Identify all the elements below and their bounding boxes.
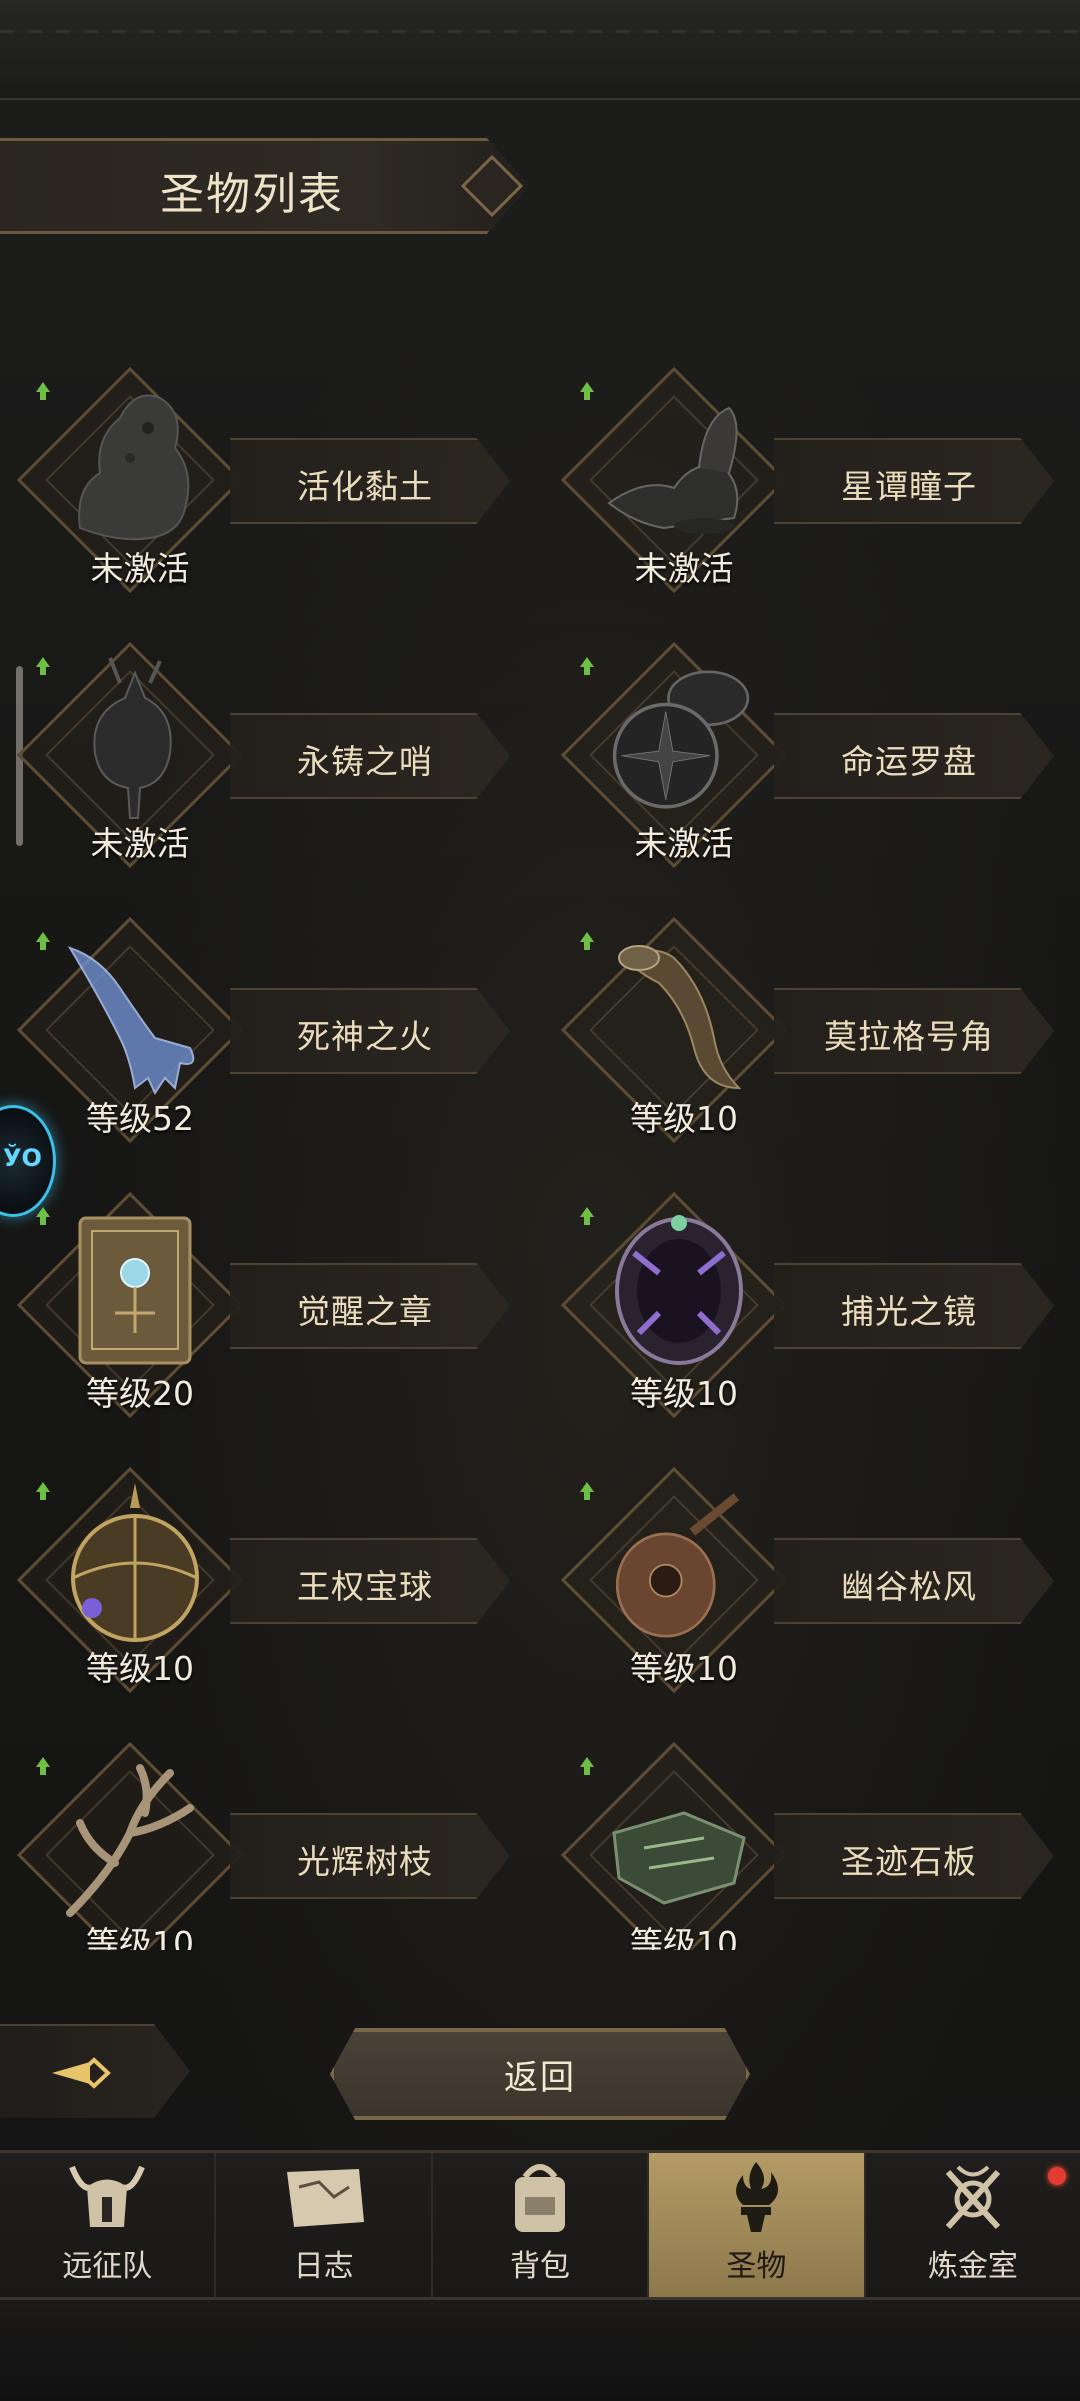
relic-status: 未激活	[634, 824, 734, 863]
upgrade-arrow-icon	[36, 1757, 50, 1775]
relic-name: 活化黏土	[297, 467, 433, 506]
relic-status: 等级10	[630, 1924, 738, 1950]
relic-status: 未激活	[634, 549, 734, 588]
tab-alchemy[interactable]: 炼金室	[866, 2153, 1080, 2297]
bottom-tab-bar: 远征队 日志 背包 圣物 炼金室	[0, 2150, 1080, 2300]
collapse-arrow-button[interactable]	[0, 2024, 190, 2118]
relic-card[interactable]: 莫拉格号角 等级10	[544, 910, 1064, 1160]
tab-expedition[interactable]: 远征队	[0, 2153, 217, 2297]
tome-icon	[60, 1203, 210, 1373]
relic-card[interactable]: 王权宝球 等级10	[0, 1460, 520, 1710]
relic-name: 圣迹石板	[841, 1842, 977, 1881]
relic-status: 等级10	[630, 1374, 738, 1413]
branch-icon	[60, 1753, 210, 1923]
tab-journal[interactable]: 日志	[216, 2153, 433, 2297]
horn-icon	[604, 928, 754, 1098]
oil-lamp-icon	[604, 378, 754, 548]
tab-label: 远征队	[62, 2249, 153, 2284]
relic-name: 捕光之镜	[841, 1292, 977, 1331]
title-banner: 圣物列表	[0, 138, 530, 234]
horned-helmet-icon	[62, 2157, 152, 2237]
upgrade-arrow-icon	[36, 1207, 50, 1225]
tab-label: 日志	[293, 2249, 354, 2284]
relic-status: 等级10	[630, 1649, 738, 1688]
relic-name: 死神之火	[297, 1017, 433, 1056]
backpack-icon	[495, 2157, 585, 2237]
dragon-whistle-icon	[60, 653, 210, 823]
relic-name: 莫拉格号角	[824, 1017, 994, 1056]
tab-label: 圣物	[726, 2249, 787, 2284]
relic-card[interactable]: 圣迹石板 等级10	[544, 1735, 1064, 1950]
back-button[interactable]: 返回	[330, 2028, 750, 2120]
relic-status: 等级20	[86, 1374, 194, 1413]
relic-name: 王权宝球	[297, 1567, 433, 1606]
relic-card[interactable]: 捕光之镜 等级10	[544, 1185, 1064, 1435]
relic-card[interactable]: 死神之火 等级52	[0, 910, 520, 1160]
relic-name: 命运罗盘	[841, 742, 977, 781]
lute-icon	[604, 1478, 754, 1648]
upgrade-arrow-icon	[580, 932, 594, 950]
relic-name: 光辉树枝	[297, 1842, 433, 1881]
tab-label: 背包	[510, 2249, 571, 2284]
upgrade-arrow-icon	[36, 657, 50, 675]
notification-dot	[1048, 2167, 1067, 2185]
relic-list: 活化黏土 未激活 星谭瞳子 未激活 永铸之哨 未激活 命运罗盘 未激活 死神之火…	[0, 360, 1080, 1950]
relic-card[interactable]: 光辉树枝 等级10	[0, 1735, 520, 1950]
tab-label: 炼金室	[927, 2249, 1018, 2284]
app-root: 圣物列表 活化黏土 未激活	[0, 0, 1080, 2401]
mirror-icon	[604, 1203, 754, 1373]
top-frame-decoration	[0, 0, 1080, 100]
relic-status: 未激活	[90, 824, 190, 863]
upgrade-arrow-icon	[580, 1757, 594, 1775]
relic-flame-icon	[711, 2157, 801, 2237]
upgrade-arrow-icon	[580, 1482, 594, 1500]
relic-card[interactable]: 觉醒之章 等级20	[0, 1185, 520, 1435]
clay-creature-icon	[60, 378, 210, 548]
relic-name: 觉醒之章	[297, 1292, 433, 1331]
relic-card[interactable]: 幽谷松风 等级10	[544, 1460, 1064, 1710]
relic-name: 永铸之哨	[297, 742, 433, 781]
tab-relics[interactable]: 圣物	[649, 2153, 866, 2297]
upgrade-arrow-icon	[36, 932, 50, 950]
page-title: 圣物列表	[160, 169, 344, 220]
compass-icon	[604, 653, 754, 823]
relic-status: 等级10	[630, 1099, 738, 1138]
relic-status: 等级10	[86, 1649, 194, 1688]
stone-slab-icon	[604, 1753, 754, 1923]
relic-status: 等级10	[86, 1924, 194, 1950]
relic-card[interactable]: 永铸之哨 未激活	[0, 635, 520, 885]
upgrade-arrow-icon	[36, 382, 50, 400]
alchemy-icon	[928, 2157, 1018, 2237]
relic-name: 幽谷松风	[841, 1567, 977, 1606]
upgrade-arrow-icon	[580, 1207, 594, 1225]
upgrade-arrow-icon	[580, 382, 594, 400]
relic-card[interactable]: 星谭瞳子 未激活	[544, 360, 1064, 610]
back-button-label: 返回	[504, 2057, 576, 2098]
tab-backpack[interactable]: 背包	[433, 2153, 650, 2297]
spectral-hand-icon	[60, 928, 210, 1098]
arrow-left-icon	[52, 2057, 111, 2089]
relic-card[interactable]: 命运罗盘 未激活	[544, 635, 1064, 885]
bottom-frame-decoration	[0, 2300, 1080, 2401]
relic-status: 等级52	[86, 1099, 194, 1138]
royal-orb-icon	[60, 1478, 210, 1648]
relic-status: 未激活	[90, 549, 190, 588]
relic-card[interactable]: 活化黏土 未激活	[0, 360, 520, 610]
upgrade-arrow-icon	[36, 1482, 50, 1500]
scroll-map-icon	[279, 2157, 369, 2237]
upgrade-arrow-icon	[580, 657, 594, 675]
relic-name: 星谭瞳子	[841, 467, 977, 506]
